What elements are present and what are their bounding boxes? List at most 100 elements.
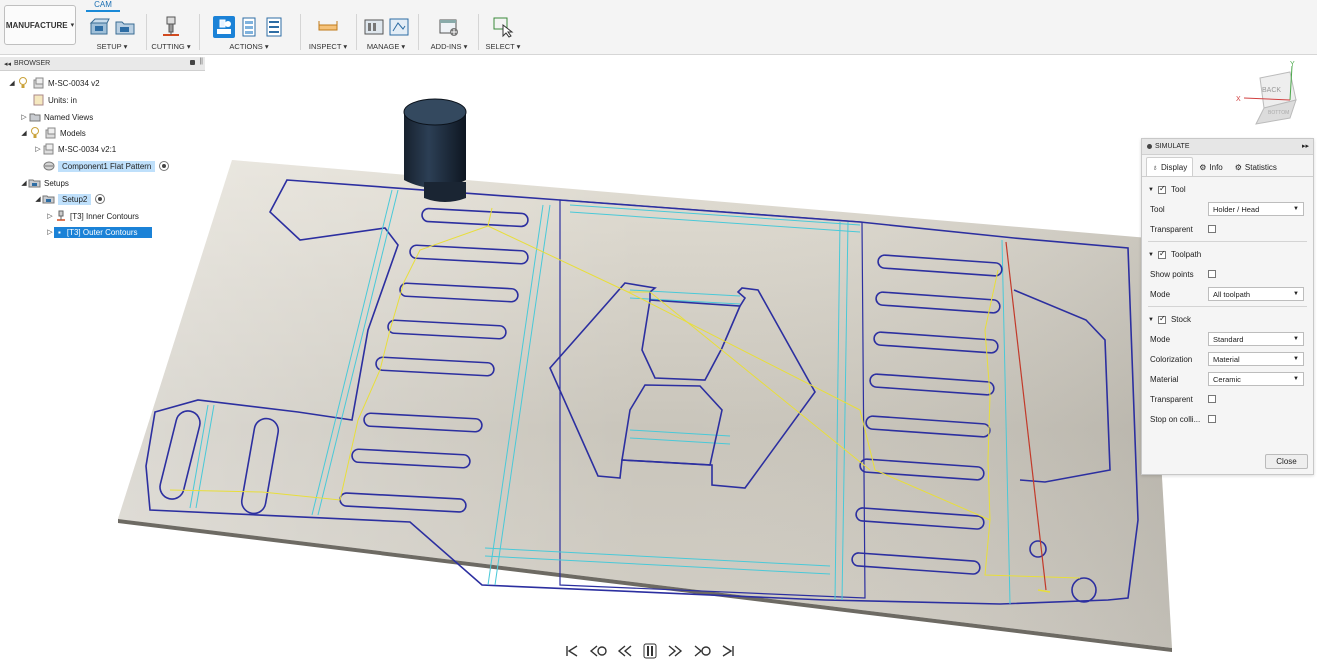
simulate-header[interactable]: SIMULATE ▸▸: [1142, 139, 1313, 155]
stop-on-collision-label: Stop on colli...: [1150, 414, 1201, 424]
tab-info[interactable]: ⚙ Info: [1193, 157, 1229, 176]
manage-label: MANAGE ▾: [366, 42, 406, 51]
toolpath-mode-row: Mode All toolpath ▼: [1142, 284, 1313, 304]
manage-group[interactable]: MANAGE ▾: [360, 13, 412, 53]
collapse-icon[interactable]: ◂◂: [4, 60, 11, 68]
tree-setups[interactable]: ◢ Setups: [20, 176, 69, 190]
material-dropdown[interactable]: Ceramic ▼: [1208, 372, 1304, 386]
workspace-switcher[interactable]: MANUFACTURE ▾: [4, 5, 76, 45]
play-pause-icon[interactable]: [643, 643, 657, 659]
colorization-dropdown[interactable]: Material ▼: [1208, 352, 1304, 366]
stock-section-checkbox[interactable]: [1157, 314, 1166, 324]
expand-arrow-icon[interactable]: ◢: [8, 79, 16, 87]
expand-arrow-icon[interactable]: ◢: [34, 195, 42, 203]
operation-icon: ▪: [58, 227, 61, 237]
step-forward-icon[interactable]: [667, 644, 683, 658]
browser-header[interactable]: ◂◂ BROWSER ||: [0, 57, 205, 71]
stock-transparent-label: Transparent: [1150, 394, 1193, 404]
new-setup-icon[interactable]: [89, 16, 111, 38]
activate-radio[interactable]: [95, 194, 106, 204]
tree-model-component[interactable]: ▷ M-SC-0034 v2:1: [34, 142, 116, 156]
cutting-tool-icon[interactable]: [160, 16, 182, 38]
activate-radio[interactable]: [159, 161, 170, 171]
addins-group[interactable]: ADD-INS ▾: [424, 13, 474, 53]
tool-section-checkbox[interactable]: [1157, 184, 1166, 194]
tree-models[interactable]: ◢ Models: [20, 126, 86, 140]
cutting-group[interactable]: CUTTING ▾: [150, 13, 192, 53]
tool-section-label: Tool: [1170, 185, 1186, 194]
actions-group[interactable]: ACTIONS ▾: [205, 13, 293, 53]
tool-transparent-row: Transparent: [1142, 219, 1313, 239]
select-arrow-icon[interactable]: [492, 16, 514, 38]
chevron-down-icon: ▼: [1293, 206, 1299, 212]
chevron-down-icon: ▼: [1293, 336, 1299, 342]
lightbulb-icon[interactable]: [28, 127, 41, 139]
skip-to-start-icon[interactable]: [565, 644, 579, 658]
show-points-checkbox[interactable]: [1208, 270, 1216, 278]
toolpath-mode-dropdown[interactable]: All toolpath ▼: [1208, 287, 1304, 301]
previous-operation-icon[interactable]: [589, 644, 607, 658]
toolbar-divider: [199, 14, 200, 50]
tree-units[interactable]: Units: in: [24, 93, 77, 107]
tree-flat-pattern[interactable]: Component1 Flat Pattern: [42, 159, 170, 173]
tree-setup2[interactable]: ◢ Setup2: [34, 192, 106, 206]
tab-cam[interactable]: CAM: [86, 0, 120, 12]
template-library-icon[interactable]: [388, 16, 410, 38]
tree-op-outer[interactable]: ▷ ▪ [T3] Outer Contours: [46, 225, 152, 239]
expand-panel-icon[interactable]: ▸▸: [1302, 142, 1309, 150]
lightbulb-icon[interactable]: [16, 77, 29, 89]
tool-dropdown[interactable]: Holder / Head ▼: [1208, 202, 1304, 216]
toolbar-divider: [300, 14, 301, 50]
stop-on-collision-checkbox[interactable]: [1208, 415, 1216, 423]
collapse-arrow-icon[interactable]: ▼: [1148, 252, 1154, 258]
next-operation-icon[interactable]: [693, 644, 711, 658]
inspect-group[interactable]: INSPECT ▾: [305, 13, 351, 53]
tree-label: Named Views: [44, 112, 94, 122]
tool-section[interactable]: ▼ Tool: [1142, 180, 1313, 199]
expand-arrow-icon[interactable]: ◢: [20, 179, 28, 187]
collapse-arrow-icon[interactable]: ▼: [1148, 187, 1154, 193]
expand-arrow-icon[interactable]: ▷: [34, 145, 42, 153]
toolpath-section[interactable]: ▼ Toolpath: [1142, 245, 1313, 264]
stock-mode-dropdown[interactable]: Standard ▼: [1208, 332, 1304, 346]
tree-named-views[interactable]: ▷ Named Views: [20, 110, 93, 124]
workspace-label: MANUFACTURE: [5, 20, 68, 30]
select-group[interactable]: SELECT ▾: [482, 13, 524, 53]
collapse-arrow-icon[interactable]: ▼: [1148, 317, 1154, 323]
simulate-icon[interactable]: [213, 15, 235, 38]
document-icon: [32, 77, 45, 89]
setup-folder-icon[interactable]: [114, 16, 136, 38]
view-cube[interactable]: BACK BOTTOM X Y: [1236, 61, 1297, 125]
scripts-addins-icon[interactable]: [438, 16, 460, 38]
stock-transparent-checkbox[interactable]: [1208, 395, 1216, 403]
expand-panel-icon[interactable]: ||: [199, 58, 203, 65]
pin-icon[interactable]: [190, 60, 195, 65]
colorization-label: Colorization: [1150, 354, 1193, 364]
toolpath-mode-label: Mode: [1150, 289, 1171, 299]
expand-arrow-icon[interactable]: ▷: [46, 212, 54, 220]
toolpath-section-checkbox[interactable]: [1157, 249, 1166, 259]
close-button[interactable]: Close: [1265, 454, 1308, 469]
tab-display[interactable]: ♁ Display: [1146, 157, 1194, 176]
tree-label: [T3] Inner Contours: [70, 211, 139, 221]
skip-to-end-icon[interactable]: [721, 644, 735, 658]
tab-statistics[interactable]: ⚙ Statistics: [1229, 157, 1283, 176]
tree-label-selected: ▪ [T3] Outer Contours: [54, 226, 152, 238]
viewcube-bottom-label: BOTTOM: [1268, 110, 1289, 116]
stock-section[interactable]: ▼ Stock: [1142, 310, 1313, 329]
tool-library-icon[interactable]: [363, 16, 385, 38]
tree-op-inner[interactable]: ▷ [T3] Inner Contours: [46, 209, 139, 223]
setup-group[interactable]: SETUP ▾: [84, 13, 140, 53]
step-back-icon[interactable]: [617, 644, 633, 658]
tree-root[interactable]: ◢ M-SC-0034 v2: [8, 76, 100, 90]
post-process-icon[interactable]: [238, 16, 260, 38]
tree-label: [T3] Outer Contours: [66, 227, 138, 237]
viewcube-y-axis-label: Y: [1290, 61, 1295, 68]
setup-sheet-icon[interactable]: [263, 16, 285, 38]
toolbar-divider: [478, 14, 479, 50]
expand-arrow-icon[interactable]: ▷: [20, 113, 28, 121]
expand-arrow-icon[interactable]: ▷: [46, 228, 54, 236]
measure-icon[interactable]: [317, 16, 339, 38]
tool-transparent-checkbox[interactable]: [1208, 225, 1216, 233]
expand-arrow-icon[interactable]: ◢: [20, 129, 28, 137]
